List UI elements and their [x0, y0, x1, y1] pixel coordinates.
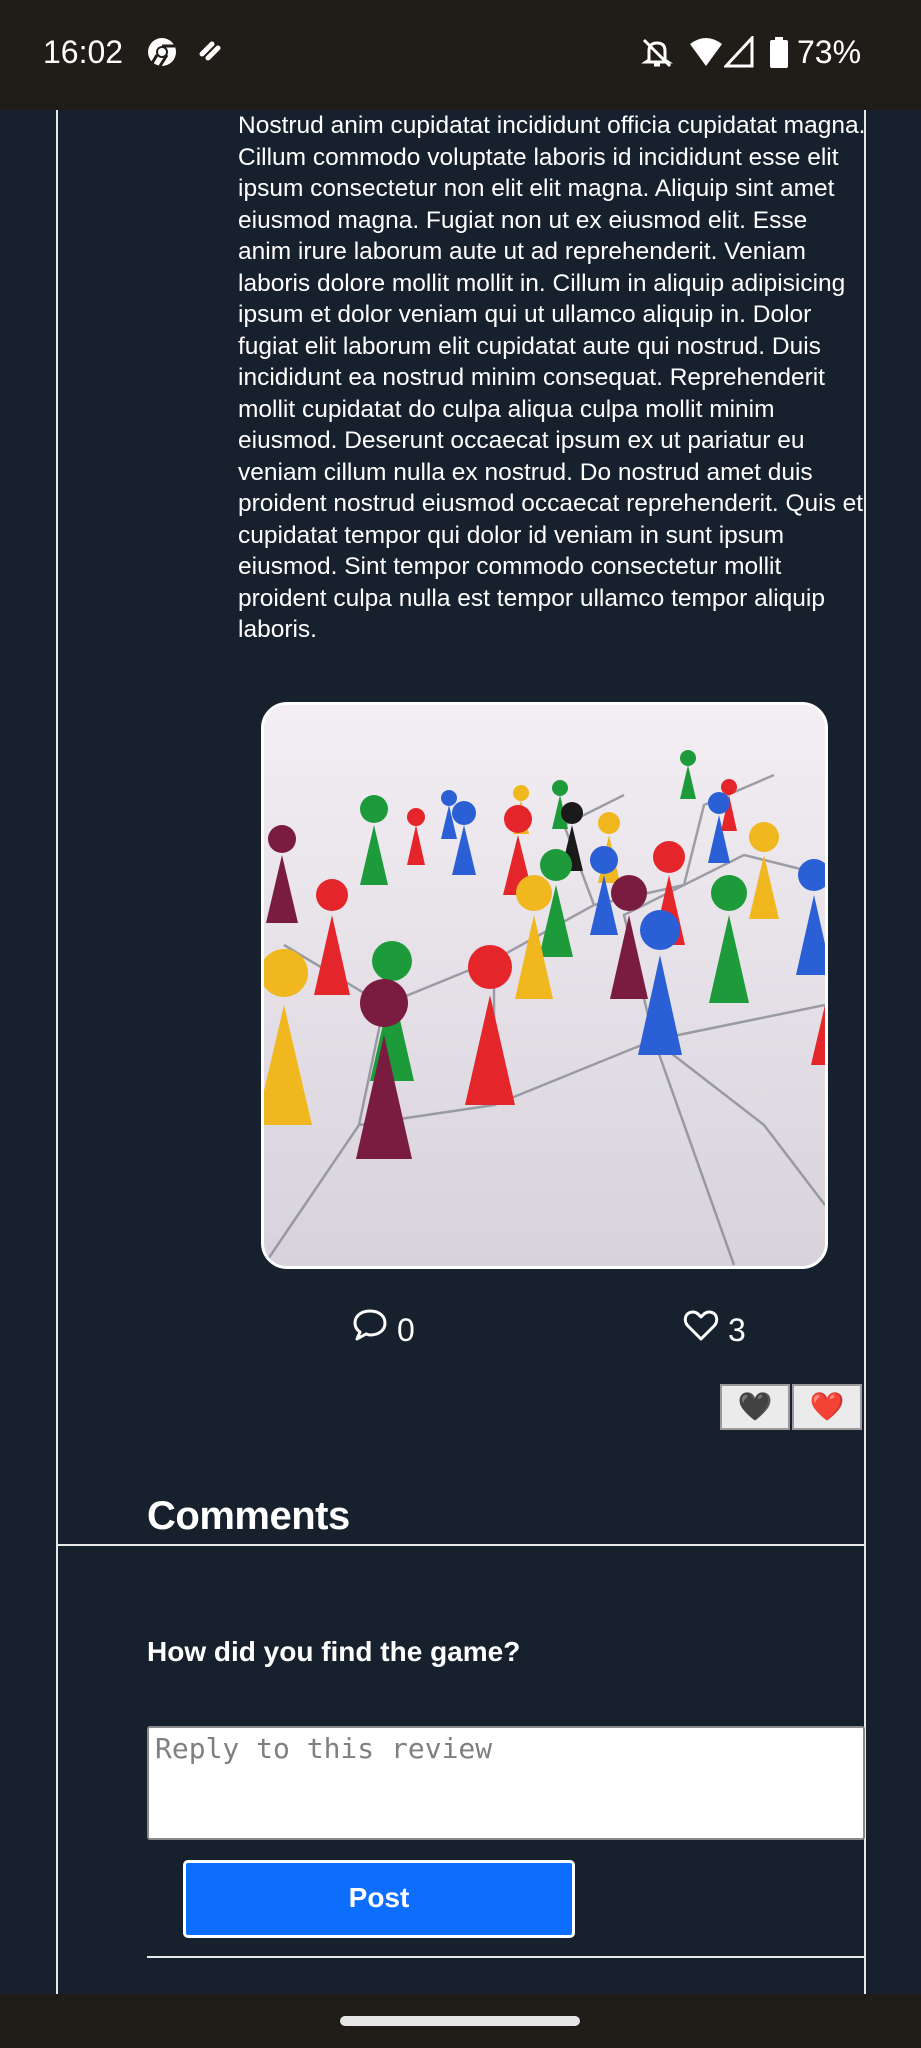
status-time: 16:02	[43, 34, 124, 70]
comments-heading: Comments	[147, 1494, 350, 1538]
post-button[interactable]: Post	[183, 1860, 575, 1938]
status-bar: 16:02 73%	[0, 0, 921, 110]
reply-input[interactable]	[147, 1726, 865, 1840]
review-page[interactable]: Nostrud anim cupidatat incididunt offici…	[0, 110, 921, 1994]
cell-signal-icon	[722, 34, 754, 73]
game-image	[261, 702, 828, 1269]
home-gesture-handle[interactable]	[340, 2016, 580, 2026]
comment-divider	[147, 1956, 866, 1958]
wifi-icon	[688, 36, 724, 73]
battery-level: 73%	[797, 34, 862, 70]
comment-count: 0	[397, 1312, 415, 1348]
heart-icon	[683, 1310, 719, 1341]
black-heart-reaction-button[interactable]: 🖤	[720, 1384, 790, 1430]
red-heart-reaction-button[interactable]: ❤️	[792, 1384, 862, 1430]
like-count: 3	[728, 1312, 746, 1348]
link-icon	[196, 36, 226, 71]
battery-icon	[768, 36, 790, 75]
chrome-icon	[146, 36, 178, 73]
comment-prompt: How did you find the game?	[147, 1636, 521, 1667]
comment-icon	[353, 1309, 387, 1341]
notifications-off-icon	[640, 36, 674, 75]
review-body: Nostrud anim cupidatat incididunt offici…	[238, 112, 866, 643]
